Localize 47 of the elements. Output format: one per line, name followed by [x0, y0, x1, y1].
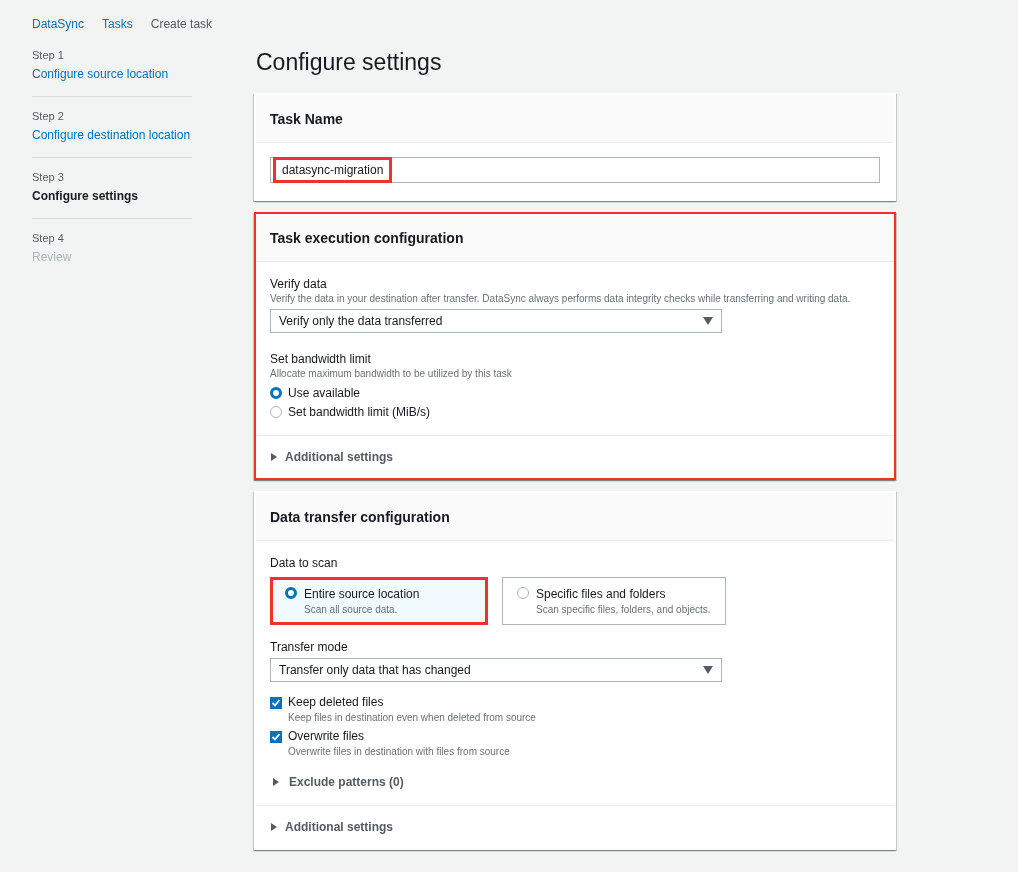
step-name: Configure settings — [32, 188, 139, 205]
step-name: Review — [32, 249, 73, 266]
option-tile[interactable]: Entire source location Scan all source data. — [270, 577, 488, 625]
breadcrumb-current: Create task — [150, 17, 213, 31]
checkbox[interactable] — [270, 731, 282, 743]
radio-label[interactable]: Set bandwidth limit (MiB/s) — [288, 405, 431, 419]
text-field[interactable]: datasync-migration — [270, 157, 880, 183]
checkbox-label[interactable]: Overwrite files — [288, 729, 510, 743]
expander-toggle[interactable]: Additional settings — [285, 820, 393, 834]
checkbox[interactable] — [270, 697, 282, 709]
option-title: Specific files and folders — [536, 587, 667, 601]
radio-button[interactable] — [270, 406, 282, 418]
page-title: Configure settings — [256, 48, 443, 76]
step-number: Step 1 — [32, 48, 65, 62]
dropdown[interactable]: Transfer only data that has changed — [270, 658, 722, 682]
option-title: Entire source location — [304, 587, 420, 601]
option-tile[interactable]: Specific files and folders Scan specific files, folders, and objects. — [502, 577, 726, 625]
step-name[interactable]: Configure destination location — [32, 126, 192, 144]
radio-button[interactable] — [517, 587, 529, 599]
step-number: Step 2 — [32, 109, 65, 123]
field-label: Set bandwidth limit — [270, 351, 372, 367]
checkbox-description: Overwrite files in destination with files from source — [288, 745, 510, 759]
field-description: Verify the data in your destination after transfer. DataSync always performs data integrity checks while transferring and writing data. — [270, 292, 852, 306]
field-label: Transfer mode — [270, 639, 349, 655]
panel-header: Task Name — [256, 95, 894, 143]
option-description: Scan all source data. — [304, 603, 399, 617]
field-label: Data to scan — [270, 555, 339, 571]
expander-toggle[interactable]: Additional settings — [285, 450, 393, 464]
step-number: Step 3 — [32, 170, 65, 184]
step-name[interactable]: Configure source location — [32, 65, 192, 83]
option-description: Scan specific files, folders, and objects. — [536, 603, 711, 617]
expander-toggle[interactable]: Exclude patterns (0) — [289, 775, 404, 789]
dropdown-arrow-icon — [703, 317, 713, 325]
step-number: Step 4 — [32, 231, 65, 245]
field-label: Verify data — [270, 276, 328, 292]
radio-label[interactable]: Use available — [288, 386, 361, 400]
radio-button[interactable] — [285, 587, 297, 599]
checkbox-label[interactable]: Keep deleted files — [288, 695, 536, 709]
field-description: Allocate maximum bandwidth to be utilized by this task — [270, 367, 513, 381]
breadcrumb-link[interactable]: Tasks — [102, 17, 133, 31]
radio-button[interactable] — [270, 387, 282, 399]
checkbox-description: Keep files in destination even when deleted from source — [288, 711, 536, 725]
breadcrumb-link[interactable]: DataSync — [32, 17, 85, 31]
dropdown[interactable]: Verify only the data transferred — [270, 309, 722, 333]
panel-header: Data transfer configuration — [256, 493, 894, 541]
dropdown-arrow-icon — [703, 666, 713, 674]
panel-header: Task execution configuration — [256, 214, 894, 262]
